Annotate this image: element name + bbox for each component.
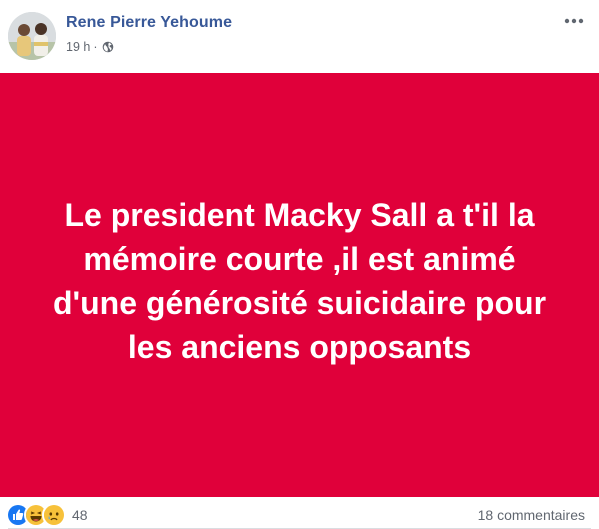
comments-count-link[interactable]: 18 commentaires [478,507,585,523]
facebook-post: Rene Pierre Yehoume 19 h · Le president … [0,0,599,529]
meta-separator: · [93,40,98,54]
avatar[interactable] [8,12,56,60]
globe-icon[interactable] [102,41,114,53]
reaction-count: 48 [72,507,88,523]
reactions-summary[interactable]: 48 [6,503,88,527]
post-text: Le president Macky Sall a t'il la mémoir… [52,197,547,365]
post-footer: 48 18 commentaires [0,497,599,529]
more-options-icon[interactable] [563,14,585,28]
post-meta: 19 h · [66,40,114,54]
sad-icon [42,503,66,527]
post-background-banner: Le president Macky Sall a t'il la mémoir… [0,73,599,497]
post-time[interactable]: 19 h [66,40,90,54]
avatar-photo-icon [8,12,56,60]
author-name[interactable]: Rene Pierre Yehoume [66,14,232,32]
post-header: Rene Pierre Yehoume 19 h · [0,0,599,72]
